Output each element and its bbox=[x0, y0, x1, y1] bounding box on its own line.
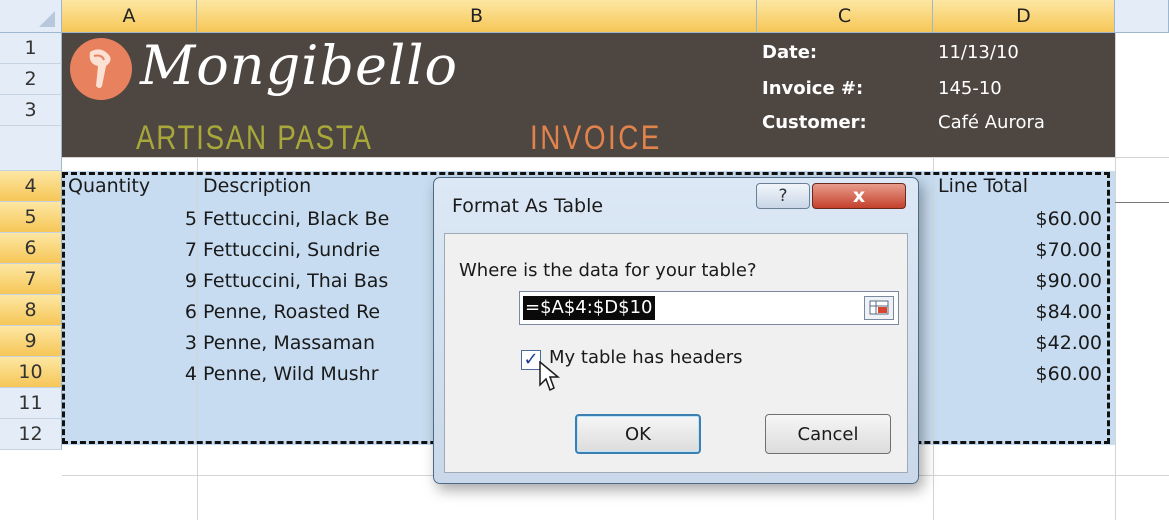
mouse-pointer-icon bbox=[539, 361, 561, 392]
headers-checkbox[interactable]: ✓ bbox=[521, 350, 541, 370]
range-input-value[interactable]: =$A$4:$D$10 bbox=[523, 296, 655, 320]
ok-button[interactable]: OK bbox=[575, 414, 701, 454]
row-header-11[interactable]: 11 bbox=[0, 388, 62, 419]
row-header-3-cont bbox=[0, 126, 62, 171]
column-header-a[interactable]: A bbox=[62, 0, 197, 33]
dialog-body: Where is the data for your table? =$A$4:… bbox=[444, 233, 908, 473]
format-as-table-dialog: Format As Table ? x Where is the data fo… bbox=[433, 177, 919, 484]
row-header-9[interactable]: 9 bbox=[0, 326, 62, 357]
column-header-d[interactable]: D bbox=[933, 0, 1115, 33]
row-header-7[interactable]: 7 bbox=[0, 264, 62, 295]
brand-tagline: ARTISAN PASTA bbox=[136, 119, 373, 157]
customer-value[interactable]: Café Aurora bbox=[938, 112, 1045, 133]
column-header-e[interactable] bbox=[1115, 0, 1169, 33]
row-header-3[interactable]: 3 bbox=[0, 95, 62, 126]
select-all-icon bbox=[39, 11, 55, 27]
document-title: INVOICE bbox=[530, 119, 662, 157]
select-all-corner[interactable] bbox=[0, 0, 62, 33]
help-button[interactable]: ? bbox=[756, 183, 810, 209]
column-header-c[interactable]: C bbox=[757, 0, 933, 33]
customer-label: Customer: bbox=[762, 112, 867, 133]
headers-checkbox-label[interactable]: My table has headers bbox=[549, 347, 743, 368]
collapse-dialog-button[interactable] bbox=[864, 296, 894, 320]
row-header-2[interactable]: 2 bbox=[0, 64, 62, 95]
row-header-6[interactable]: 6 bbox=[0, 233, 62, 264]
row-header-10[interactable]: 10 bbox=[0, 357, 62, 388]
row-header-12[interactable]: 12 bbox=[0, 419, 62, 450]
range-input[interactable]: =$A$4:$D$10 bbox=[519, 291, 899, 325]
date-label: Date: bbox=[762, 42, 818, 63]
row-header-8[interactable]: 8 bbox=[0, 295, 62, 326]
range-prompt: Where is the data for your table? bbox=[459, 260, 757, 281]
gridline bbox=[1115, 33, 1116, 520]
spreadsheet[interactable]: A B C D 1 2 3 4 5 6 7 8 9 10 11 12 Mongi… bbox=[0, 0, 1169, 520]
row-header-4[interactable]: 4 bbox=[0, 171, 62, 202]
close-button[interactable]: x bbox=[812, 183, 906, 209]
invoice-number-value[interactable]: 145-10 bbox=[938, 78, 1002, 99]
row-header-1[interactable]: 1 bbox=[0, 33, 62, 64]
invoice-number-label: Invoice #: bbox=[762, 78, 864, 99]
gridline bbox=[1115, 202, 1169, 203]
brand-name: Mongibello bbox=[140, 34, 458, 97]
range-picker-icon bbox=[869, 300, 889, 315]
brand-logo-icon bbox=[70, 38, 132, 100]
dialog-title: Format As Table bbox=[452, 195, 604, 217]
date-value[interactable]: 11/13/10 bbox=[938, 42, 1019, 63]
row-header-5[interactable]: 5 bbox=[0, 202, 62, 233]
gridline bbox=[62, 157, 1169, 158]
column-header-b[interactable]: B bbox=[197, 0, 757, 33]
cancel-button[interactable]: Cancel bbox=[765, 414, 891, 454]
